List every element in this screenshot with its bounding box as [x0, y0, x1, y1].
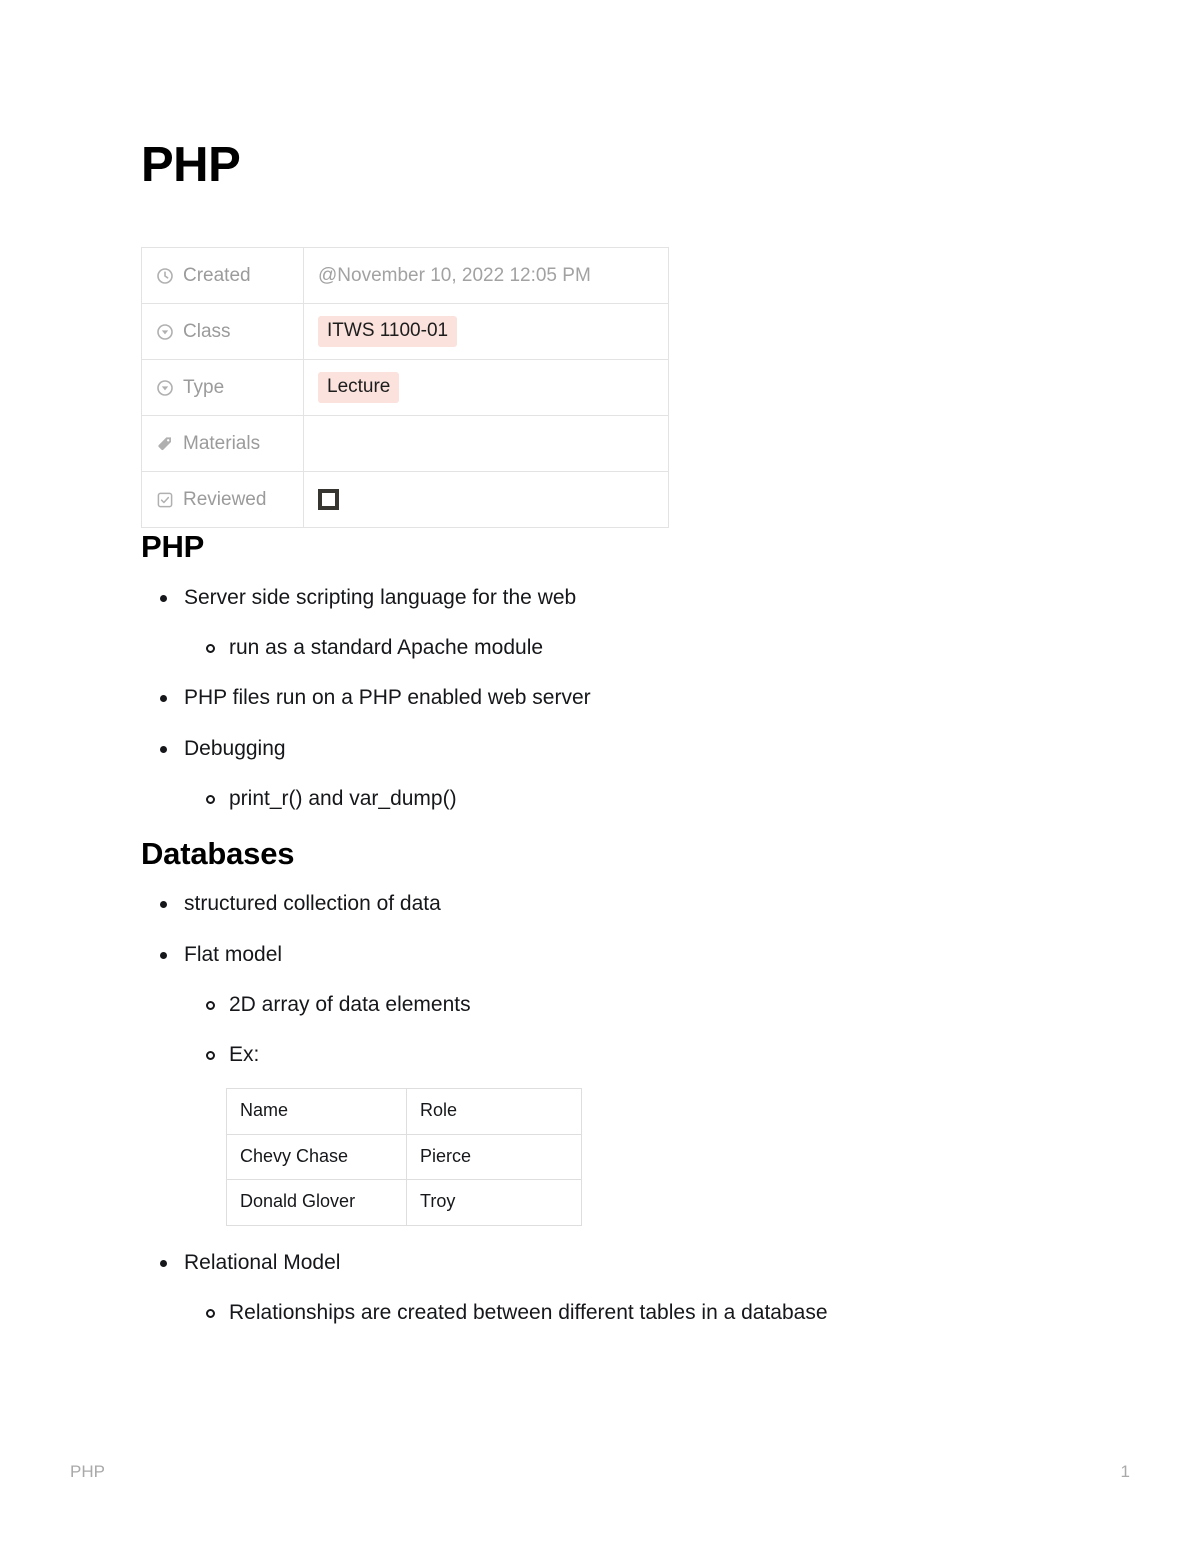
checkbox-icon: [156, 491, 174, 509]
document-page: PHP Created @November 10, 2022 12:05 PM …: [0, 0, 1200, 1553]
bullet-text: Debugging: [184, 736, 286, 760]
footer-document-name: PHP: [70, 1462, 105, 1481]
bullet-list-databases: structured collection of data Flat model…: [141, 890, 1061, 1326]
list-item: Ex:: [184, 1041, 1061, 1068]
table-cell: Chevy Chase: [226, 1133, 407, 1181]
property-row-type: Type Lecture: [141, 359, 669, 417]
bullet-list-php: Server side scripting language for the w…: [141, 584, 1061, 812]
select-circle-icon: [156, 379, 174, 397]
list-item: PHP files run on a PHP enabled web serve…: [141, 684, 1061, 711]
property-key-cell: Materials: [141, 415, 304, 473]
sub-bullet-list: print_r() and var_dump(): [184, 785, 1061, 812]
property-label: Type: [183, 376, 225, 398]
list-item: structured collection of data: [141, 890, 1061, 917]
list-item: Relationships are created between differ…: [184, 1299, 1061, 1326]
property-value-cell: [303, 415, 669, 473]
list-item: Relational Model Relationships are creat…: [141, 1249, 1061, 1327]
table-header-cell: Role: [406, 1088, 582, 1135]
page-footer: PHP 1: [70, 1462, 1130, 1482]
property-key-cell: Created: [141, 247, 304, 305]
sub-bullet-list: run as a standard Apache module: [184, 634, 1061, 661]
table-cell: Pierce: [406, 1133, 582, 1181]
table-cell: Donald Glover: [226, 1179, 407, 1226]
property-row-created: Created @November 10, 2022 12:05 PM: [141, 247, 669, 305]
property-value-cell: [303, 471, 669, 529]
sub-bullet-list: Relationships are created between differ…: [184, 1299, 1061, 1326]
property-label: Class: [183, 320, 231, 342]
property-label: Materials: [183, 432, 261, 454]
tag-icon: [156, 435, 174, 453]
list-item: print_r() and var_dump(): [184, 785, 1061, 812]
table-header-cell: Name: [226, 1088, 407, 1135]
property-value-cell: Lecture: [303, 359, 669, 417]
sub-bullet-list: 2D array of data elements Ex:: [184, 991, 1061, 1069]
bullet-text: Flat model: [184, 942, 283, 966]
properties-table: Created @November 10, 2022 12:05 PM Clas…: [141, 247, 669, 529]
select-circle-icon: [156, 323, 174, 341]
created-date-value: @November 10, 2022 12:05 PM: [318, 264, 591, 286]
property-label: Created: [183, 264, 251, 286]
property-key-cell: Class: [141, 303, 304, 361]
example-table: Name Role Chevy Chase Pierce Donald Glov…: [226, 1088, 582, 1226]
property-row-class: Class ITWS 1100-01: [141, 303, 669, 361]
example-table-wrapper: Name Role Chevy Chase Pierce Donald Glov…: [226, 1088, 1061, 1226]
section-heading-php: PHP: [141, 529, 205, 565]
list-item: Server side scripting language for the w…: [141, 584, 1061, 662]
property-label: Reviewed: [183, 488, 267, 510]
list-item: run as a standard Apache module: [184, 634, 1061, 661]
page-title: PHP: [141, 138, 241, 192]
section-heading-databases: Databases: [141, 836, 295, 872]
class-badge: ITWS 1100-01: [318, 316, 458, 348]
property-value-cell: @November 10, 2022 12:05 PM: [303, 247, 669, 305]
table-row: Name Role: [226, 1088, 582, 1135]
table-row: Chevy Chase Pierce: [226, 1133, 582, 1181]
property-value-cell: ITWS 1100-01: [303, 303, 669, 361]
list-item: Debugging print_r() and var_dump(): [141, 735, 1061, 813]
clock-icon: [156, 267, 174, 285]
table-cell: Troy: [406, 1179, 582, 1226]
property-key-cell: Type: [141, 359, 304, 417]
reviewed-checkbox[interactable]: [318, 489, 339, 511]
bullet-text: Relational Model: [184, 1250, 341, 1274]
property-row-reviewed: Reviewed: [141, 471, 669, 529]
type-badge: Lecture: [318, 372, 400, 404]
list-item: Flat model 2D array of data elements Ex:…: [141, 941, 1061, 1226]
property-row-materials: Materials: [141, 415, 669, 473]
list-item: 2D array of data elements: [184, 991, 1061, 1018]
document-content: PHP Created @November 10, 2022 12:05 PM …: [141, 138, 1061, 1349]
property-key-cell: Reviewed: [141, 471, 304, 529]
table-row: Donald Glover Troy: [226, 1179, 582, 1226]
footer-page-number: 1: [1120, 1462, 1130, 1481]
bullet-text: Server side scripting language for the w…: [184, 585, 577, 609]
